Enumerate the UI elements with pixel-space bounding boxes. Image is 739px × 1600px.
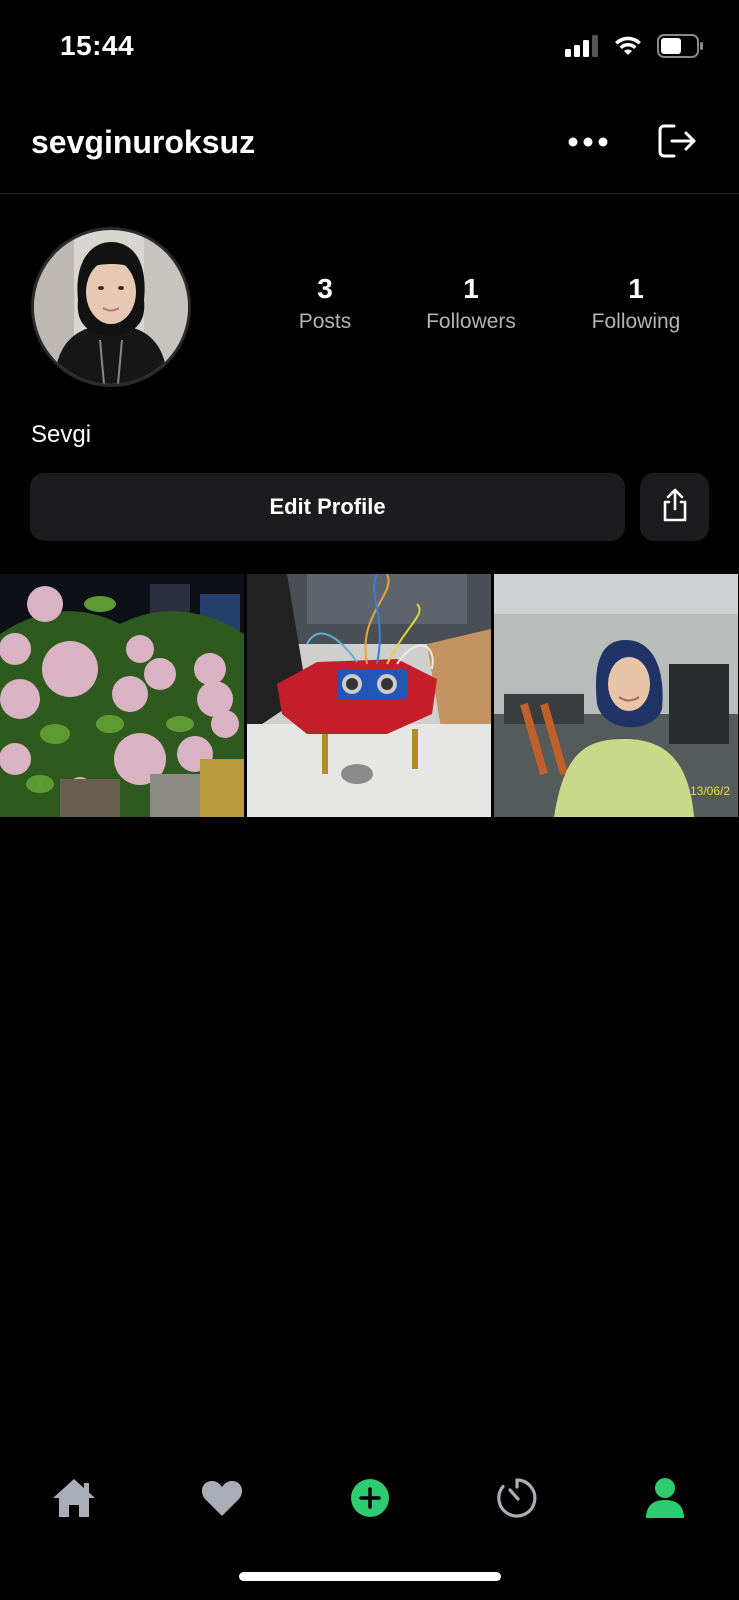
wifi-icon [613,35,643,62]
status-time: 15:44 [60,30,135,61]
tab-likes[interactable] [187,1465,257,1535]
home-icon [51,1477,97,1524]
logout-button[interactable] [654,120,700,166]
tab-profile[interactable] [630,1465,700,1535]
more-options-button[interactable] [566,128,610,158]
tab-activity[interactable] [482,1465,552,1535]
posts-label: Posts [298,310,352,333]
share-icon [660,487,690,528]
home-indicator [239,1572,501,1581]
tab-home[interactable] [39,1465,109,1535]
followers-count: 1 [463,273,479,304]
following-count: 1 [628,273,644,304]
profile-icon [645,1477,685,1524]
logout-icon [657,123,697,164]
post-thumbnail-robot[interactable] [247,574,491,817]
posts-count: 3 [317,273,333,304]
cellular-signal-icon [565,35,599,62]
following-stat[interactable]: 1 Following [566,272,706,334]
activity-timer-icon [496,1477,538,1524]
avatar[interactable] [31,227,191,387]
add-post-icon [350,1478,390,1523]
edit-profile-button[interactable]: Edit Profile [30,473,625,541]
followers-stat[interactable]: 1 Followers [401,272,541,334]
profile-stats: 3 Posts 1 Followers 1 Following [270,272,690,352]
tab-add-post[interactable] [335,1465,405,1535]
posts-stat[interactable]: 3 Posts [255,272,395,334]
profile-header: sevginuroksuz [0,110,739,194]
share-profile-button[interactable] [640,473,709,541]
following-label: Following [591,310,681,333]
posts-grid: 13/06/2 [0,574,739,817]
status-icons [565,34,703,63]
status-bar: 15:44 [0,0,739,96]
photo-date-stamp: 13/06/2 [690,784,730,798]
ellipsis-icon [568,134,608,152]
followers-label: Followers [426,310,516,333]
battery-icon [657,34,703,63]
heart-icon [201,1479,243,1522]
post-thumbnail-flowers[interactable] [0,574,244,817]
post-thumbnail-portrait[interactable]: 13/06/2 [494,574,738,817]
bottom-tab-bar [0,1465,739,1535]
username-title: sevginuroksuz [31,124,256,160]
display-name: Sevgi [31,421,92,448]
